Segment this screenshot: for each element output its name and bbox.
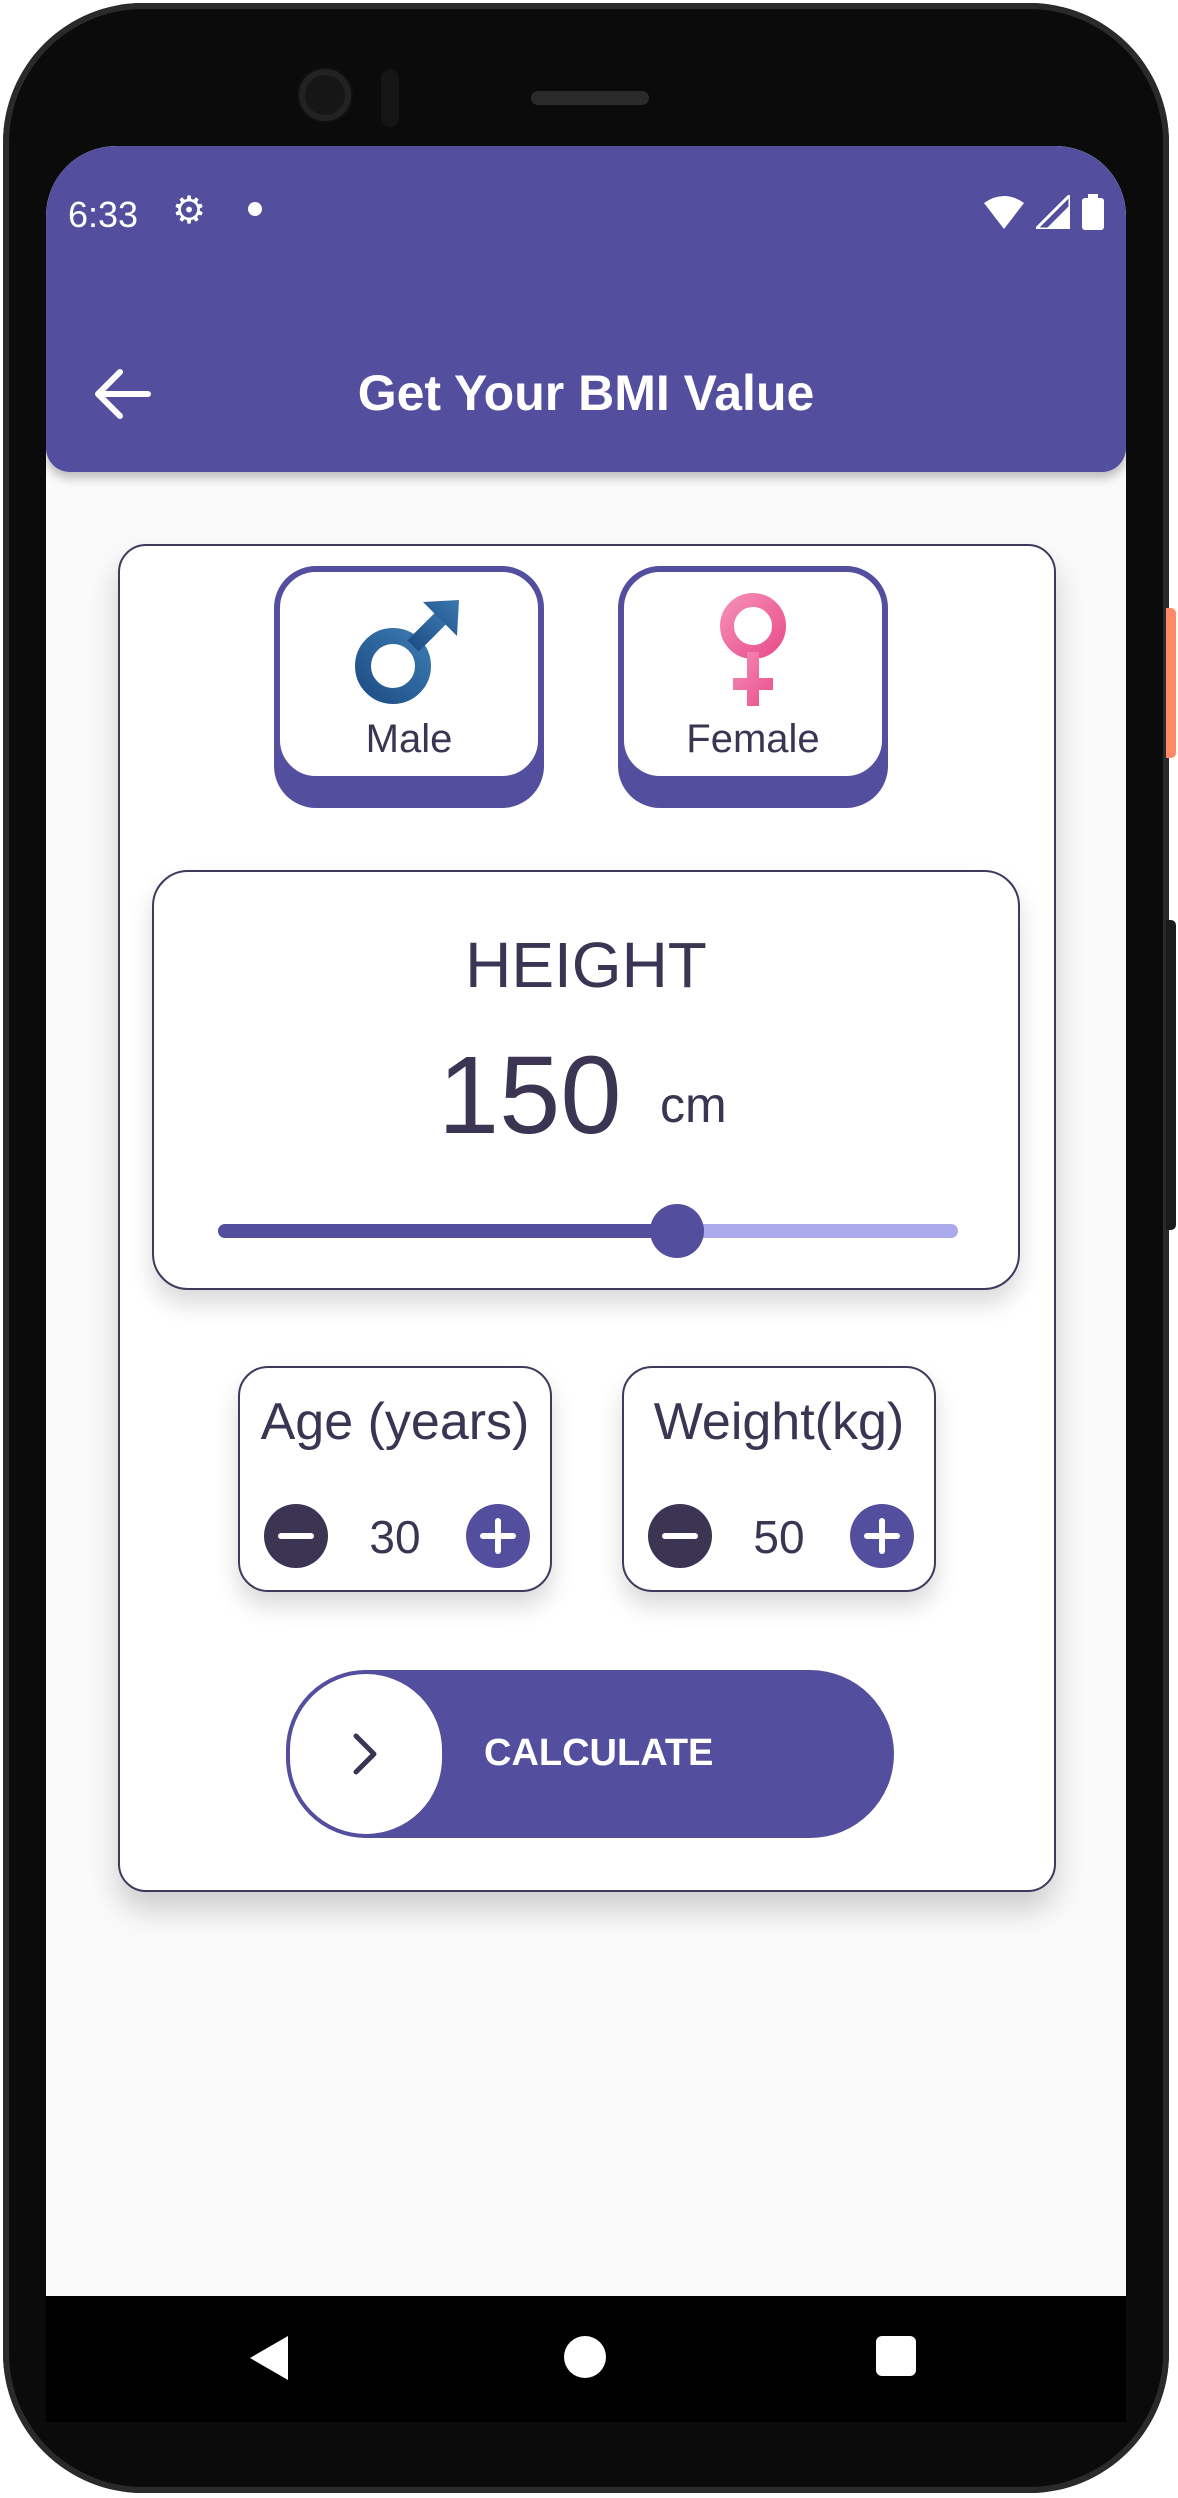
status-icons [984, 194, 1104, 230]
page-title: Get Your BMI Value [357, 365, 815, 421]
height-slider[interactable] [218, 1204, 958, 1258]
calculate-button[interactable]: CALCULATE [286, 1670, 894, 1838]
age-stepper: 30 [240, 1504, 550, 1570]
signal-icon [1036, 195, 1070, 229]
wifi-icon [984, 196, 1024, 229]
age-increment-button[interactable] [466, 1504, 530, 1568]
calculate-knob[interactable] [286, 1670, 446, 1838]
status-time: 6:33 [68, 194, 139, 235]
age-stepper-card: Age (years) 30 [238, 1366, 552, 1592]
height-title: HEIGHT [465, 929, 707, 1001]
male-label: Male [365, 717, 453, 761]
nav-back-icon[interactable] [250, 2336, 290, 2380]
volume-button [1166, 920, 1176, 1230]
proximity-sensor [381, 69, 399, 127]
weight-increment-button[interactable] [850, 1504, 914, 1568]
notification-dot-icon [248, 202, 262, 216]
screen: 6:33 ⚙ Get Your BMI Value Male Female HE… [46, 146, 1126, 2296]
weight-title: Weight(kg) [653, 1393, 905, 1451]
height-value: 150 [438, 1034, 622, 1157]
male-symbol-icon [355, 600, 459, 704]
calculate-label: CALCULATE [484, 1732, 714, 1774]
earpiece-speaker [531, 91, 649, 105]
weight-stepper-card: Weight(kg) 50 [622, 1366, 936, 1592]
power-button [1166, 608, 1176, 758]
nav-recents-icon[interactable] [876, 2336, 916, 2376]
age-title: Age (years) [260, 1393, 530, 1451]
nav-home-icon[interactable] [564, 2336, 606, 2378]
height-card: HEIGHT 150 cm [152, 870, 1020, 1290]
bmi-form-card: Male Female HEIGHT 150 cm Age (years) 30 [118, 544, 1056, 1892]
height-unit: cm [660, 1077, 727, 1133]
slider-thumb[interactable] [649, 1204, 704, 1258]
female-label: Female [686, 717, 820, 761]
female-option-button[interactable]: Female [618, 566, 888, 782]
system-nav-bar [46, 2296, 1126, 2422]
battery-icon [1082, 194, 1104, 230]
slider-fill [218, 1224, 677, 1238]
weight-stepper: 50 [624, 1504, 934, 1570]
front-camera [299, 69, 351, 121]
male-option-button[interactable]: Male [274, 566, 544, 782]
app-bar: 6:33 ⚙ Get Your BMI Value [46, 146, 1126, 472]
gear-icon: ⚙ [172, 190, 207, 232]
chevron-right-icon [353, 1733, 377, 1775]
female-symbol-icon [720, 593, 786, 706]
